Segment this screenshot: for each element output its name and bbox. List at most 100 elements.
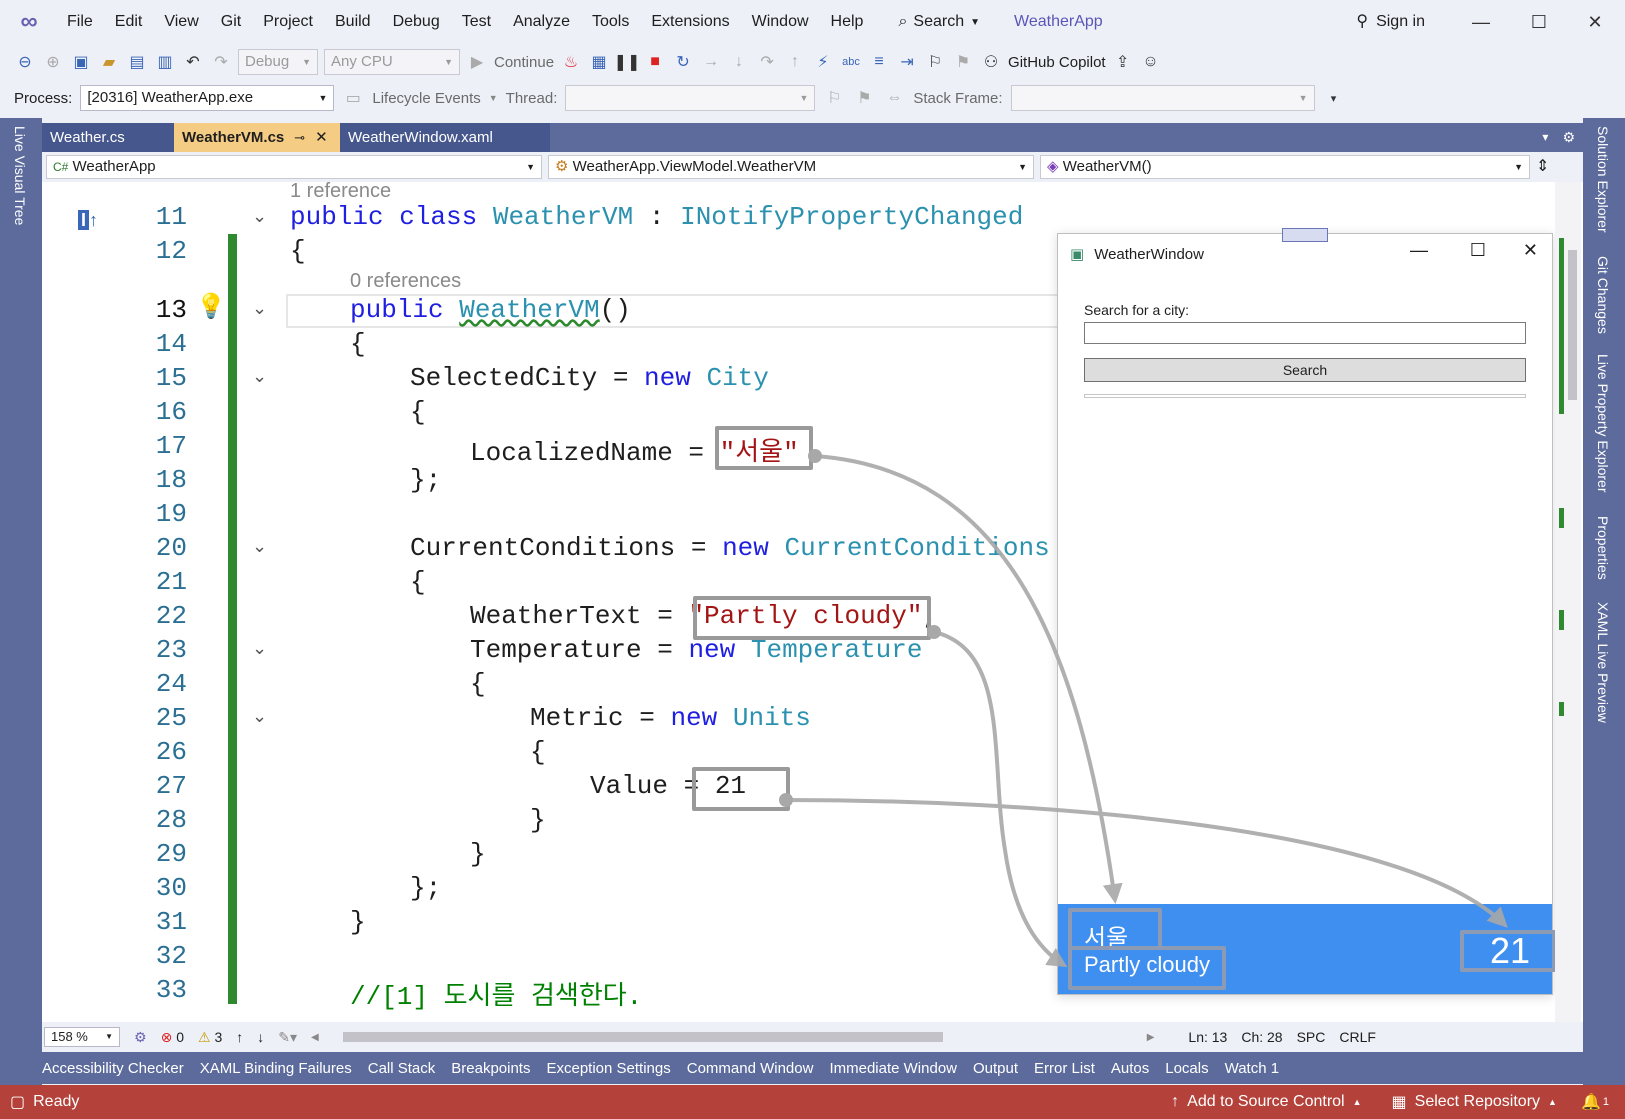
menu-file[interactable]: File <box>56 0 104 44</box>
menu-help[interactable]: Help <box>820 0 875 44</box>
close-button[interactable]: ✕ <box>1523 240 1538 261</box>
git-changes-tab[interactable]: Git Changes <box>1595 256 1611 334</box>
add-to-source-control[interactable]: Add to Source Control <box>1187 1093 1344 1111</box>
tab-call-stack[interactable]: Call Stack <box>368 1060 436 1077</box>
tab-immediate-window[interactable]: Immediate Window <box>829 1060 957 1077</box>
step-out-icon[interactable]: ↑ <box>784 51 806 73</box>
settings-gear-icon[interactable]: ⚙ <box>1562 123 1575 152</box>
stop-icon[interactable]: ■ <box>644 51 666 73</box>
menu-build[interactable]: Build <box>324 0 382 44</box>
forward-icon[interactable]: ⊕ <box>42 51 64 73</box>
menu-project[interactable]: Project <box>252 0 324 44</box>
pin-icon[interactable]: ⊸ <box>294 123 305 152</box>
reference-count-hint[interactable]: 0 references <box>350 270 461 293</box>
restart-icon[interactable]: ↻ <box>672 51 694 73</box>
horizontal-scrollbar[interactable] <box>342 1032 943 1042</box>
tab-command-window[interactable]: Command Window <box>687 1060 814 1077</box>
spell-check-icon[interactable]: abc <box>840 51 862 73</box>
step-icon[interactable]: → <box>700 51 722 73</box>
zoom-select[interactable]: 158 % ▼ <box>44 1027 120 1047</box>
minimize-button[interactable]: — <box>1410 240 1428 261</box>
errors-indicator[interactable]: ⊗ 0 <box>161 1029 184 1046</box>
menu-git[interactable]: Git <box>210 0 252 44</box>
char-indicator[interactable]: Ch: 28 <box>1241 1029 1282 1045</box>
diagnostics-icon[interactable]: ⚡ <box>812 51 834 73</box>
collapse-icon[interactable]: ⌄ <box>252 206 267 227</box>
indent-icon[interactable]: ⇥ <box>896 51 918 73</box>
platform-select[interactable]: Any CPU ▼ <box>324 49 460 75</box>
thread-select[interactable]: ▼ <box>565 85 816 111</box>
notifications-bell-icon[interactable]: 🔔 <box>1581 1092 1601 1112</box>
hot-reload-icon[interactable]: ♨ <box>560 51 582 73</box>
share-icon[interactable]: ⇪ <box>1112 51 1134 73</box>
bookmark-icon[interactable]: ⚐ <box>924 51 946 73</box>
live-property-explorer-tab[interactable]: Live Property Explorer <box>1595 354 1611 493</box>
configuration-select[interactable]: Debug ▼ <box>238 49 318 75</box>
solution-explorer-tab[interactable]: Solution Explorer <box>1595 126 1611 233</box>
process-select[interactable]: [20316] WeatherApp.exe ▼ <box>80 85 335 111</box>
tab-autos[interactable]: Autos <box>1111 1060 1149 1077</box>
scrollbar-thumb[interactable] <box>1568 250 1577 400</box>
continue-button[interactable]: Continue <box>494 54 554 71</box>
collapse-icon[interactable]: ⌄ <box>252 536 267 557</box>
scroll-left-icon[interactable]: ◀ <box>311 1032 319 1043</box>
search-button[interactable]: Search <box>1084 358 1526 382</box>
toolbar-overflow-icon[interactable]: ▾ <box>1323 87 1345 109</box>
maximize-button[interactable]: ☐ <box>1470 240 1486 261</box>
menu-tools[interactable]: Tools <box>581 0 640 44</box>
stack-frame-select[interactable]: ▼ <box>1010 85 1315 111</box>
save-all-icon[interactable]: ▥ <box>154 51 176 73</box>
sign-in-button[interactable]: ⚲ Sign in <box>1356 0 1425 44</box>
feedback-icon[interactable]: ☺ <box>1140 51 1162 73</box>
tab-xaml-binding-failures[interactable]: XAML Binding Failures <box>200 1060 352 1077</box>
select-repository[interactable]: Select Repository <box>1415 1093 1540 1111</box>
split-editor-icon[interactable]: ⇕ <box>1536 155 1549 179</box>
implementation-icon[interactable]: I ↑ <box>78 210 98 231</box>
open-folder-icon[interactable]: ▰ <box>98 51 120 73</box>
back-icon[interactable]: ⊖ <box>14 51 36 73</box>
lifecycle-events-button[interactable]: Lifecycle Events <box>372 90 480 107</box>
whitespace-indicator[interactable]: SPC <box>1297 1029 1326 1045</box>
play-icon[interactable]: ▶ <box>466 51 488 73</box>
properties-tab[interactable]: Properties <box>1595 516 1611 580</box>
xaml-live-preview-tab[interactable]: XAML Live Preview <box>1595 602 1611 723</box>
undo-icon[interactable]: ↶ <box>182 51 204 73</box>
live-preview-toolbar-handle[interactable] <box>1282 228 1328 242</box>
live-visual-tree-tab[interactable]: Live Visual Tree <box>12 126 28 225</box>
step-over-icon[interactable]: ↷ <box>756 51 778 73</box>
lightbulb-icon[interactable]: 💡 <box>196 292 226 321</box>
menu-debug[interactable]: Debug <box>382 0 451 44</box>
tab-accessibility-checker[interactable]: Accessibility Checker <box>42 1060 184 1077</box>
type-select[interactable]: ⚙ WeatherApp.ViewModel.WeatherVM ▼ <box>548 155 1034 179</box>
code-health-icon[interactable]: ⚙ <box>134 1029 147 1046</box>
collapse-icon[interactable]: ⌄ <box>252 298 267 319</box>
tab-list-icon[interactable]: ▾ <box>1542 123 1548 152</box>
reference-count-hint[interactable]: 1 reference <box>290 182 391 203</box>
scroll-right-icon[interactable]: ▶ <box>1147 1032 1155 1043</box>
menu-window[interactable]: Window <box>741 0 820 44</box>
github-copilot-button[interactable]: GitHub Copilot <box>1008 54 1106 71</box>
project-select[interactable]: C# WeatherApp ▼ <box>46 155 542 179</box>
tab-weathervm-cs[interactable]: WeatherVM.cs ⊸ ✕ <box>174 123 340 152</box>
up-arrow-icon[interactable]: ↑ <box>236 1029 243 1045</box>
menu-extensions[interactable]: Extensions <box>640 0 740 44</box>
search-city-input[interactable] <box>1084 322 1526 344</box>
save-icon[interactable]: ▤ <box>126 51 148 73</box>
tab-locals[interactable]: Locals <box>1165 1060 1208 1077</box>
line-ending-indicator[interactable]: CRLF <box>1339 1029 1376 1045</box>
menu-view[interactable]: View <box>153 0 209 44</box>
down-arrow-icon[interactable]: ↓ <box>257 1029 264 1045</box>
tab-error-list[interactable]: Error List <box>1034 1060 1095 1077</box>
close-tab-icon[interactable]: ✕ <box>315 123 328 152</box>
new-project-icon[interactable]: ▣ <box>70 51 92 73</box>
collapse-icon[interactable]: ⌄ <box>252 638 267 659</box>
vertical-scrollbar[interactable] <box>1555 182 1581 1022</box>
collapse-icon[interactable]: ⌄ <box>252 366 267 387</box>
collapse-icon[interactable]: ⌄ <box>252 706 267 727</box>
menu-test[interactable]: Test <box>451 0 502 44</box>
tab-output[interactable]: Output <box>973 1060 1018 1077</box>
comment-icon[interactable]: ≡ <box>868 51 890 73</box>
pause-icon[interactable]: ❚❚ <box>614 51 641 73</box>
menu-edit[interactable]: Edit <box>104 0 154 44</box>
redo-icon[interactable]: ↷ <box>210 51 232 73</box>
